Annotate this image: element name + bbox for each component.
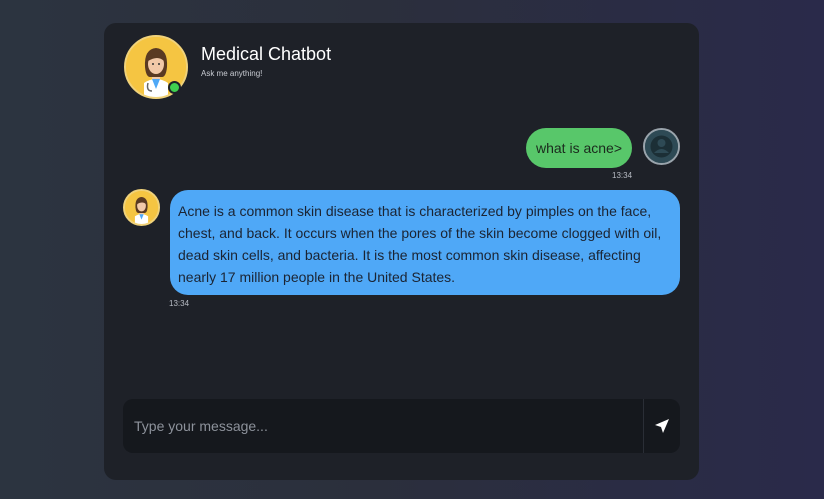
message-input[interactable]	[123, 399, 643, 453]
chat-subtitle: Ask me anything!	[201, 69, 263, 78]
bot-message-bubble: Acne is a common skin disease that is ch…	[170, 190, 680, 295]
bot-message-time: 13:34	[169, 299, 190, 308]
user-message-time: 13:34	[612, 171, 633, 180]
user-avatar	[643, 128, 680, 165]
bot-message-avatar	[123, 189, 160, 226]
doctor-avatar-icon	[125, 191, 158, 224]
chat-title: Medical Chatbot	[201, 44, 332, 64]
message-composer	[123, 399, 680, 453]
send-button[interactable]	[644, 399, 680, 453]
send-icon	[655, 419, 669, 433]
user-message-bubble: what is acne>	[526, 128, 632, 168]
user-avatar-icon	[645, 130, 678, 163]
chat-window: Medical Chatbot Ask me anything! what is…	[104, 23, 699, 480]
online-status-indicator	[168, 81, 181, 94]
